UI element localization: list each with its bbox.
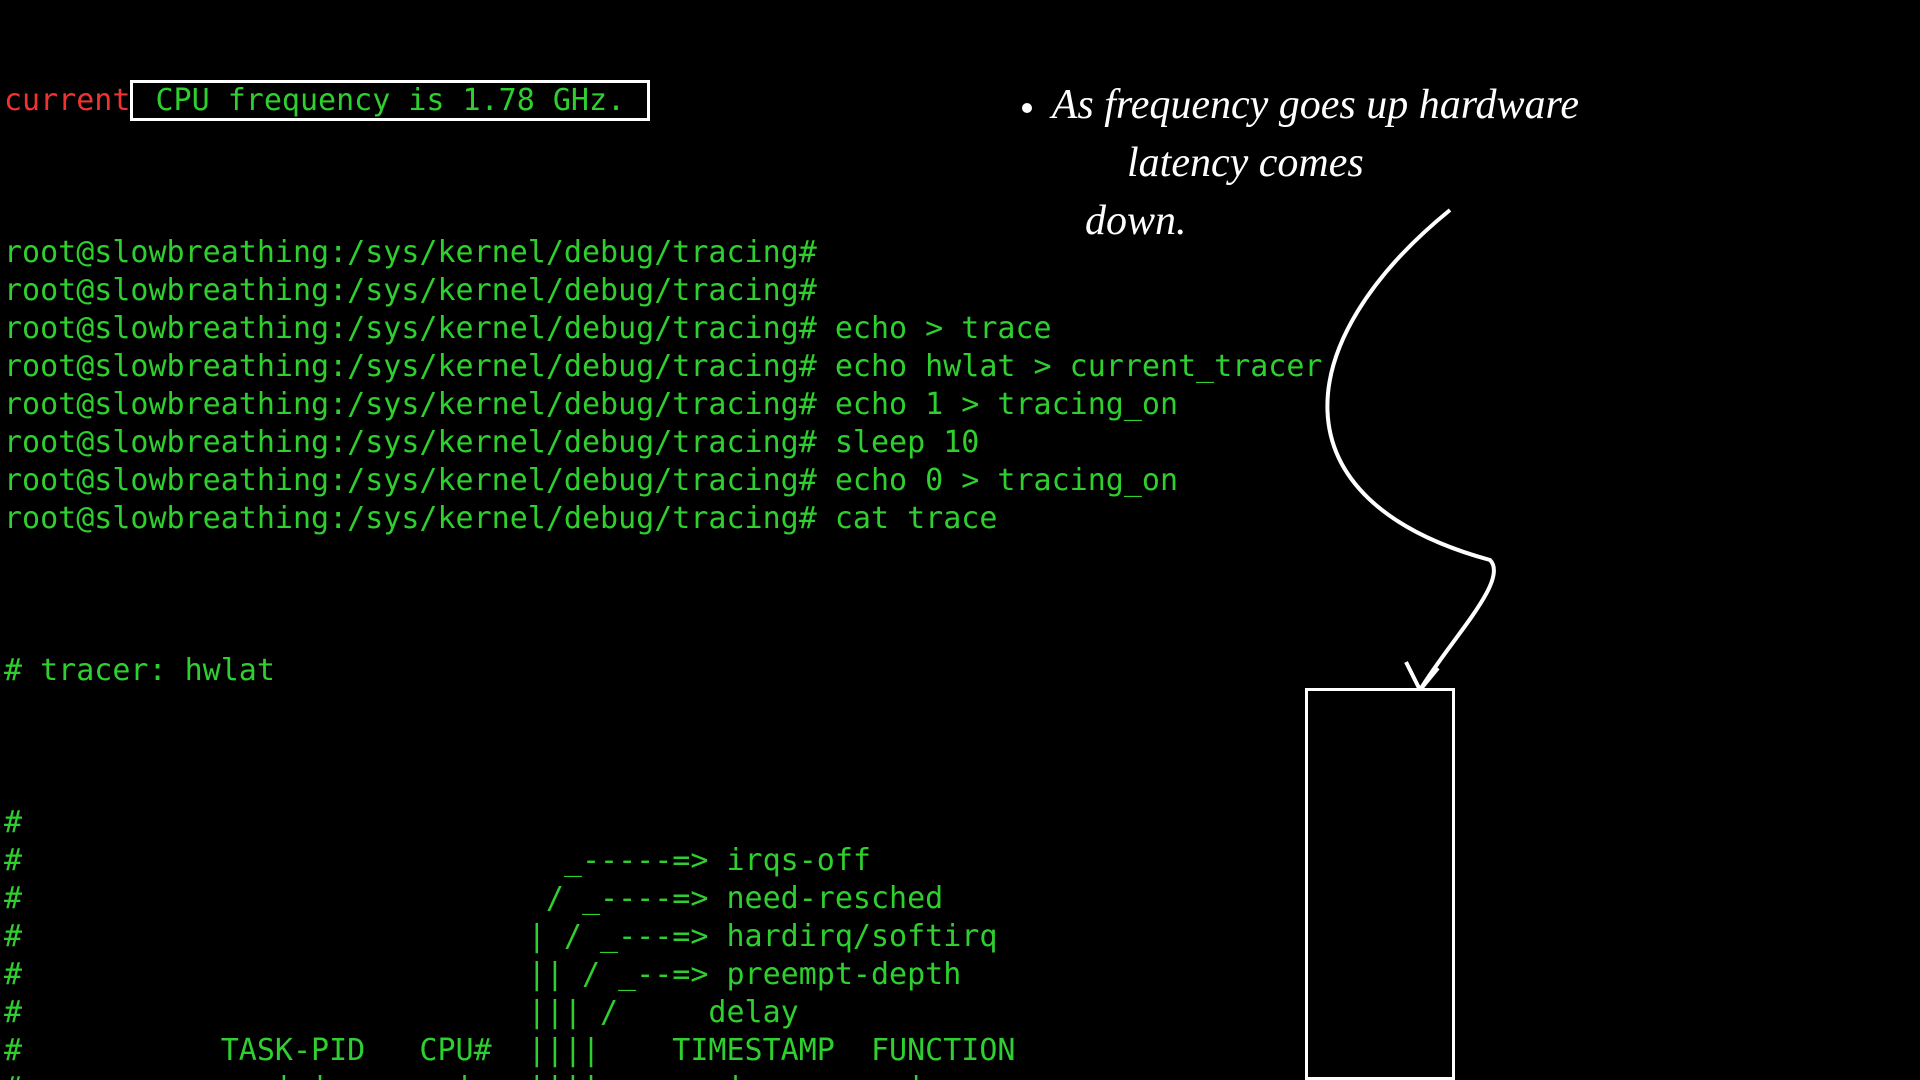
prompt-line: root@slowbreathing:/sys/kernel/debug/tra…: [4, 424, 1916, 462]
prompt-line: root@slowbreathing:/sys/kernel/debug/tra…: [4, 310, 1916, 348]
header-block-line: # ||| / delay: [4, 994, 1916, 1032]
header-block-line: # | / _---=> hardirq/softirq: [4, 918, 1916, 956]
header-block-line: # || / _--=> preempt-depth: [4, 956, 1916, 994]
prompt-line: root@slowbreathing:/sys/kernel/debug/tra…: [4, 348, 1916, 386]
header-block-line: # | | | |||| | |: [4, 1070, 1916, 1080]
cpu-freq-box: CPU frequency is 1.78 GHz.: [130, 80, 650, 121]
current-label: current: [4, 83, 130, 118]
header-line: current CPU frequency is 1.78 GHz.: [4, 82, 1916, 120]
prompt-line: root@slowbreathing:/sys/kernel/debug/tra…: [4, 272, 1916, 310]
prompt-line: root@slowbreathing:/sys/kernel/debug/tra…: [4, 234, 1916, 272]
header-block-line: #: [4, 804, 1916, 842]
tracer-line: # tracer: hwlat: [4, 652, 1916, 690]
trace-header-block: ## _-----=> irqs-off# / _----=> need-res…: [4, 804, 1916, 1080]
prompt-line: root@slowbreathing:/sys/kernel/debug/tra…: [4, 386, 1916, 424]
header-block-line: # _-----=> irqs-off: [4, 842, 1916, 880]
command-lines: root@slowbreathing:/sys/kernel/debug/tra…: [4, 234, 1916, 538]
terminal-output: current CPU frequency is 1.78 GHz. root@…: [0, 0, 1920, 1080]
prompt-line: root@slowbreathing:/sys/kernel/debug/tra…: [4, 500, 1916, 538]
header-block-line: # / _----=> need-resched: [4, 880, 1916, 918]
header-block-line: # TASK-PID CPU# |||| TIMESTAMP FUNCTION: [4, 1032, 1916, 1070]
prompt-line: root@slowbreathing:/sys/kernel/debug/tra…: [4, 462, 1916, 500]
